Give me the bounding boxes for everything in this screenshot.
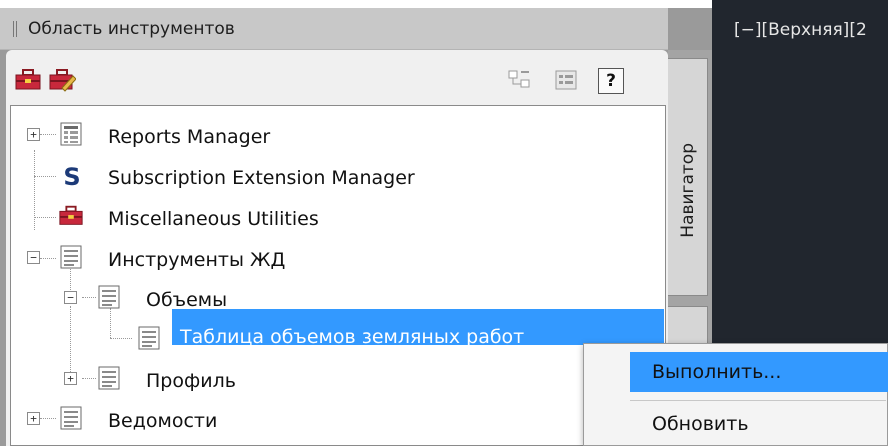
menu-item-run-label: Выполнить...	[652, 361, 782, 383]
tree-connector	[70, 306, 71, 378]
toolbar: ?	[6, 50, 668, 104]
document-icon	[60, 245, 82, 269]
tree-connector	[70, 266, 71, 292]
tree-view-icon[interactable]	[506, 68, 534, 92]
toolbox-icon[interactable]	[14, 68, 42, 92]
tree-connector	[34, 217, 56, 218]
grip-icon[interactable]	[13, 21, 17, 37]
menu-item-refresh-label: Обновить	[652, 413, 749, 435]
tree-connector	[40, 134, 56, 135]
tree-connector	[34, 176, 56, 177]
tree-item-statements[interactable]: Ведомости	[108, 410, 217, 432]
tree-item-volumes[interactable]: Объемы	[146, 289, 227, 311]
tree-connector	[40, 418, 56, 419]
tree-item-profile[interactable]: Профиль	[146, 370, 236, 392]
document-icon	[60, 406, 82, 430]
tree-connector	[82, 378, 96, 379]
expand-icon[interactable]: +	[64, 372, 77, 385]
document-icon	[98, 285, 120, 309]
viewport-controls-label[interactable]: [−][Верхняя][2	[734, 20, 867, 40]
subscription-s-icon: S	[63, 163, 81, 191]
palette-title: Область инструментов	[28, 19, 235, 39]
tree-item-railway-tools[interactable]: Инструменты ЖД	[108, 249, 285, 271]
tree-connector	[82, 297, 96, 298]
tree-connector	[40, 258, 56, 259]
clipped-heading-strip	[0, 0, 460, 8]
tab-navigator-label: Навигатор	[677, 143, 698, 238]
document-icon	[98, 366, 120, 390]
expand-icon[interactable]: +	[27, 412, 40, 425]
menu-item-run[interactable]: Выполнить...	[630, 352, 888, 392]
tree-item-reports-manager[interactable]: Reports Manager	[108, 126, 270, 148]
edit-toolbox-icon[interactable]	[48, 68, 76, 92]
help-button[interactable]: ?	[598, 68, 624, 94]
tree-item-miscellaneous-utilities[interactable]: Miscellaneous Utilities	[108, 208, 319, 230]
help-icon: ?	[606, 71, 616, 91]
palette-titlebar[interactable]: Область инструментов	[0, 8, 668, 50]
list-view-icon[interactable]	[552, 68, 580, 92]
reports-icon	[60, 122, 82, 146]
menu-separator	[630, 400, 886, 401]
collapse-icon[interactable]: −	[64, 291, 77, 304]
document-icon	[138, 326, 160, 350]
tree-connector	[110, 338, 132, 339]
context-menu: Выполнить... Обновить	[583, 343, 888, 446]
toolbox-icon	[59, 205, 83, 225]
tab-navigator[interactable]: Навигатор	[668, 58, 708, 296]
tree-item-earthworks-volume-table[interactable]: Таблица объемов земляных работ	[180, 326, 524, 348]
collapse-icon[interactable]: −	[27, 251, 40, 264]
tree-connector	[34, 150, 35, 230]
tree-item-subscription-extension-manager[interactable]: Subscription Extension Manager	[108, 167, 415, 189]
tree-connector	[110, 308, 111, 338]
menu-item-refresh[interactable]: Обновить	[630, 404, 888, 444]
tool-tree	[10, 105, 666, 446]
expand-icon[interactable]: +	[27, 128, 40, 141]
